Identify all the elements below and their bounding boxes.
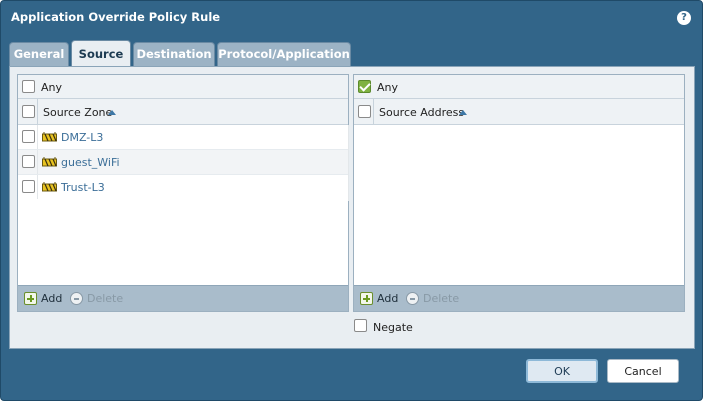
row-checkbox[interactable] xyxy=(22,130,35,143)
sort-ascending-icon[interactable] xyxy=(108,110,116,115)
add-label: Add xyxy=(377,292,399,305)
column-divider xyxy=(348,125,349,201)
tab-protocol-application[interactable]: Protocol/Application xyxy=(217,42,351,66)
zone-icon xyxy=(42,132,57,142)
table-row[interactable]: guest_WiFi xyxy=(18,150,348,174)
row-divider xyxy=(37,150,38,174)
source-address-panel: Any Source Address Add Delete xyxy=(353,74,685,312)
source-address-any-label: Any xyxy=(377,81,399,94)
table-row[interactable]: DMZ-L3 xyxy=(18,125,348,149)
tab-content-source: Any Source Zone DMZ-L3 guest_WiFi Trust-… xyxy=(9,66,695,349)
header-divider xyxy=(37,99,38,125)
dialog-titlebar: Application Override Policy Rule ? xyxy=(1,1,702,35)
source-zone-panel: Any Source Zone DMZ-L3 guest_WiFi Trust-… xyxy=(17,74,349,312)
row-checkbox[interactable] xyxy=(22,180,35,193)
zone-name-link[interactable]: DMZ-L3 xyxy=(61,131,103,144)
cancel-button[interactable]: Cancel xyxy=(607,359,679,383)
source-zone-header-label[interactable]: Source Zone xyxy=(43,106,112,119)
table-row[interactable]: Trust-L3 xyxy=(18,175,348,199)
add-icon xyxy=(360,292,373,305)
source-address-any-bar: Any xyxy=(354,75,684,99)
negate-label: Negate xyxy=(373,321,413,334)
zone-icon xyxy=(42,157,57,167)
tab-destination[interactable]: Destination xyxy=(133,42,215,66)
zone-name-link[interactable]: guest_WiFi xyxy=(61,156,120,169)
tab-general[interactable]: General xyxy=(9,42,69,66)
negate-checkbox[interactable] xyxy=(354,319,367,332)
source-address-column-header: Source Address xyxy=(354,99,684,125)
source-address-any-checkbox[interactable] xyxy=(358,80,371,93)
source-zone-any-label: Any xyxy=(41,81,63,94)
dialog-title: Application Override Policy Rule xyxy=(11,10,221,24)
source-zone-any-bar: Any xyxy=(18,75,348,99)
source-address-toolbar: Add Delete xyxy=(354,285,684,311)
delete-label: Delete xyxy=(423,292,460,305)
application-override-policy-rule-dialog: Application Override Policy Rule ? Gener… xyxy=(0,0,703,401)
help-icon[interactable]: ? xyxy=(677,11,691,25)
delete-label: Delete xyxy=(87,292,124,305)
add-label: Add xyxy=(41,292,63,305)
row-checkbox[interactable] xyxy=(22,155,35,168)
sort-ascending-icon[interactable] xyxy=(459,110,467,115)
delete-icon xyxy=(406,292,419,305)
ok-button[interactable]: OK xyxy=(526,359,598,383)
source-zone-select-all-checkbox[interactable] xyxy=(22,105,35,118)
source-zone-column-header: Source Zone xyxy=(18,99,348,125)
zone-name-link[interactable]: Trust-L3 xyxy=(61,181,105,194)
source-address-header-label[interactable]: Source Address xyxy=(379,106,464,119)
source-zone-any-checkbox[interactable] xyxy=(22,80,35,93)
source-address-select-all-checkbox[interactable] xyxy=(358,105,371,118)
zone-icon xyxy=(42,182,57,192)
row-divider xyxy=(37,175,38,199)
row-divider xyxy=(37,125,38,149)
header-divider xyxy=(373,99,374,125)
add-icon xyxy=(24,292,37,305)
delete-icon xyxy=(70,292,83,305)
source-zone-toolbar: Add Delete xyxy=(18,285,348,311)
tab-source[interactable]: Source xyxy=(71,40,131,66)
